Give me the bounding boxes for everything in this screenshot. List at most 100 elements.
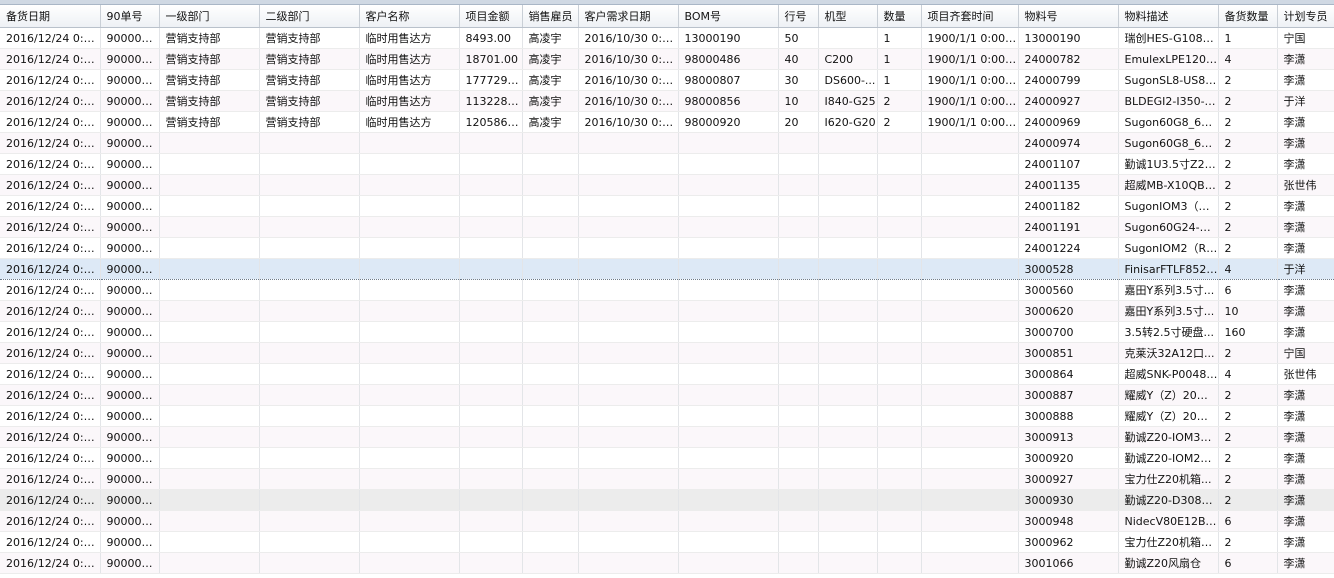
table-cell[interactable] (818, 174, 878, 196)
table-cell[interactable]: 嘉田Y系列3.5寸... (1118, 300, 1219, 322)
table-cell[interactable]: 3000887 (1018, 384, 1119, 406)
table-cell[interactable]: 高凌宇 (522, 27, 579, 49)
table-cell[interactable] (818, 321, 878, 343)
table-cell[interactable] (877, 363, 922, 385)
table-cell[interactable] (778, 510, 819, 532)
table-cell[interactable] (259, 447, 360, 469)
table-cell[interactable]: 2 (1218, 216, 1278, 238)
table-cell[interactable] (159, 216, 260, 238)
table-cell[interactable]: 李潇 (1277, 489, 1334, 511)
table-cell[interactable]: 于洋 (1277, 258, 1334, 280)
table-cell[interactable] (159, 195, 260, 217)
table-cell[interactable] (578, 153, 679, 175)
table-cell[interactable] (921, 237, 1019, 259)
table-cell[interactable] (678, 447, 779, 469)
table-cell[interactable]: 2 (1218, 174, 1278, 196)
table-cell[interactable] (778, 468, 819, 490)
table-cell[interactable]: 2 (1218, 90, 1278, 112)
table-cell[interactable] (921, 489, 1019, 511)
table-cell[interactable]: 3000700 (1018, 321, 1119, 343)
table-cell[interactable] (159, 279, 260, 301)
table-cell[interactable] (921, 279, 1019, 301)
table-cell[interactable] (921, 531, 1019, 553)
table-cell[interactable] (359, 153, 460, 175)
table-cell[interactable]: 2016/10/30 0:00:... (578, 90, 679, 112)
table-cell[interactable] (877, 258, 922, 280)
table-cell[interactable] (259, 132, 360, 154)
table-cell[interactable]: 10 (778, 90, 819, 112)
table-cell[interactable] (259, 174, 360, 196)
table-cell[interactable]: 900007... (100, 111, 160, 133)
table-cell[interactable]: 50 (778, 27, 819, 49)
table-cell[interactable] (359, 279, 460, 301)
table-cell[interactable] (359, 447, 460, 469)
table-cell[interactable]: 高凌宇 (522, 69, 579, 91)
table-cell[interactable]: 2 (1218, 426, 1278, 448)
table-row[interactable]: 2016/12/24 0:19... 900007... 3000560 嘉田Y系列3… (0, 279, 1334, 301)
table-cell[interactable] (778, 531, 819, 553)
table-cell[interactable] (259, 384, 360, 406)
table-cell[interactable]: 李潇 (1277, 195, 1334, 217)
table-cell[interactable]: 900007... (100, 300, 160, 322)
column-header-6[interactable]: 销售雇员 (522, 5, 579, 28)
table-cell[interactable]: 900007... (100, 489, 160, 511)
table-cell[interactable] (678, 216, 779, 238)
column-header-11[interactable]: 数量 (877, 5, 922, 28)
table-cell[interactable]: 4 (1218, 258, 1278, 280)
table-cell[interactable] (921, 510, 1019, 532)
table-cell[interactable]: 1 (877, 69, 922, 91)
table-cell[interactable]: 于洋 (1277, 90, 1334, 112)
table-cell[interactable] (678, 384, 779, 406)
table-cell[interactable]: 120586.00 (459, 111, 523, 133)
table-cell[interactable]: 李潇 (1277, 468, 1334, 490)
table-cell[interactable] (159, 489, 260, 511)
table-cell[interactable] (877, 468, 922, 490)
table-cell[interactable]: 98000920 (678, 111, 779, 133)
table-cell[interactable] (459, 363, 523, 385)
table-cell[interactable]: 2 (877, 90, 922, 112)
table-cell[interactable] (259, 363, 360, 385)
table-cell[interactable] (578, 447, 679, 469)
table-cell[interactable]: I620-G20 (818, 111, 878, 133)
table-cell[interactable]: 177729.00 (459, 69, 523, 91)
table-cell[interactable]: 李潇 (1277, 69, 1334, 91)
table-cell[interactable] (259, 510, 360, 532)
table-cell[interactable]: BLDEGI2-I350-U... (1118, 90, 1219, 112)
table-cell[interactable]: 40 (778, 48, 819, 70)
table-cell[interactable]: 超威MB-X10QBI-... (1118, 174, 1219, 196)
table-cell[interactable]: 2 (1218, 531, 1278, 553)
table-row[interactable]: 2016/12/24 0:19... 900007... 营销支持部 营销支持部 临时用… (0, 69, 1334, 91)
table-row[interactable]: 2016/12/24 0:19... 900007... 24001224 Sugon… (0, 237, 1334, 259)
table-cell[interactable] (877, 447, 922, 469)
column-header-1[interactable]: 90单号 (100, 5, 160, 28)
table-cell[interactable]: 2 (1218, 342, 1278, 364)
table-cell[interactable] (877, 132, 922, 154)
table-cell[interactable]: 3000528 (1018, 258, 1119, 280)
table-cell[interactable] (522, 426, 579, 448)
table-cell[interactable] (459, 174, 523, 196)
table-cell[interactable]: 900007... (100, 195, 160, 217)
table-cell[interactable] (678, 174, 779, 196)
table-cell[interactable] (459, 216, 523, 238)
table-cell[interactable] (778, 489, 819, 511)
table-cell[interactable] (818, 342, 878, 364)
table-cell[interactable]: 营销支持部 (259, 90, 360, 112)
table-cell[interactable]: 24001182 (1018, 195, 1119, 217)
table-cell[interactable] (522, 489, 579, 511)
table-cell[interactable] (921, 342, 1019, 364)
table-cell[interactable] (877, 174, 922, 196)
table-cell[interactable] (522, 237, 579, 259)
table-cell[interactable]: 李潇 (1277, 111, 1334, 133)
table-cell[interactable]: 克莱沃32A12口... (1118, 342, 1219, 364)
table-cell[interactable]: 临时用售达方 (359, 111, 460, 133)
table-cell[interactable]: Sugon60G8_60G... (1118, 132, 1219, 154)
table-cell[interactable] (877, 342, 922, 364)
table-cell[interactable]: 2 (1218, 132, 1278, 154)
table-cell[interactable]: NidecV80E12BS1... (1118, 510, 1219, 532)
table-cell[interactable] (818, 258, 878, 280)
table-cell[interactable]: 2016/12/24 0:19... (0, 321, 101, 343)
table-cell[interactable] (159, 447, 260, 469)
table-cell[interactable]: 李潇 (1277, 216, 1334, 238)
table-row[interactable]: 2016/12/24 0:19... 900007... 营销支持部 营销支持部 临时用… (0, 111, 1334, 133)
table-cell[interactable]: C200 (818, 48, 878, 70)
